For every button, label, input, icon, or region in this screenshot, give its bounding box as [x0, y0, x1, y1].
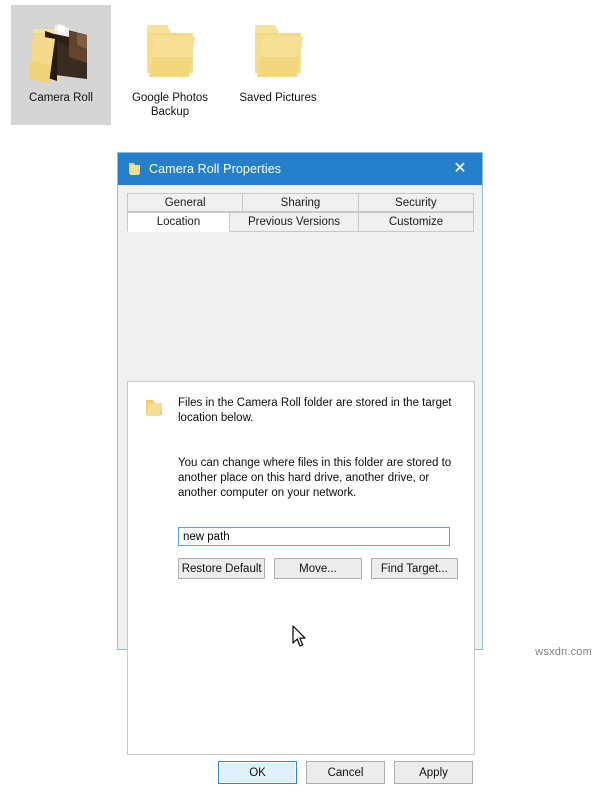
location-path-input[interactable]: new path: [178, 527, 450, 546]
folder-icon: [228, 11, 328, 85]
location-action-buttons: Restore Default Move... Find Target...: [178, 558, 458, 579]
apply-button[interactable]: Apply: [394, 761, 473, 784]
button-label: Apply: [419, 766, 448, 779]
desktop-icon-label: Google Photos Backup: [131, 92, 209, 118]
restore-default-button[interactable]: Restore Default: [178, 558, 266, 579]
folder-icon: [120, 11, 220, 85]
watermark: wsxdn.com: [535, 646, 592, 658]
tab-label: Security: [395, 196, 437, 209]
button-label: Find Target...: [380, 562, 448, 575]
ok-button[interactable]: OK: [218, 761, 297, 784]
tab-row-top: General Sharing Security: [127, 193, 474, 212]
desktop-area: Camera Roll Google Photos Backup Saved P…: [0, 0, 600, 150]
tab-label: Previous Versions: [247, 216, 341, 228]
button-label: Restore Default: [181, 562, 262, 575]
desktop-icon-saved-pictures[interactable]: Saved Pictures: [228, 5, 328, 105]
dialog-titlebar[interactable]: Camera Roll Properties ✕: [118, 153, 482, 185]
tab-security[interactable]: Security: [357, 193, 474, 212]
tab-sharing[interactable]: Sharing: [242, 193, 359, 212]
tab-label: Sharing: [280, 196, 321, 209]
properties-dialog: Camera Roll Properties ✕ General Sharing…: [117, 152, 483, 784]
find-target-button[interactable]: Find Target...: [370, 558, 458, 579]
tab-label: Customize: [388, 216, 444, 228]
tab-content-panel: Files in the Camera Roll folder are stor…: [127, 381, 475, 755]
folder-icon: [128, 162, 141, 176]
location-info-row: Files in the Camera Roll folder are stor…: [144, 396, 458, 426]
move-button[interactable]: Move...: [274, 558, 362, 579]
tab-previous-versions[interactable]: Previous Versions: [229, 212, 359, 232]
desktop-icon-label: Camera Roll: [29, 92, 93, 104]
location-change-description: You can change where files in this folde…: [178, 457, 452, 499]
tab-strip: General Sharing Security Location Previo…: [127, 193, 474, 232]
button-label: OK: [249, 766, 266, 779]
tab-general[interactable]: General: [127, 193, 244, 212]
folder-icon: [144, 398, 166, 423]
dialog-footer: OK Cancel Apply: [118, 761, 482, 805]
tab-label: Location: [156, 216, 201, 228]
open-folder-with-photo-icon: [11, 11, 111, 85]
location-description: Files in the Camera Roll folder are stor…: [178, 397, 452, 424]
button-label: Cancel: [327, 766, 364, 779]
desktop-icon-google-photos-backup[interactable]: Google Photos Backup: [120, 5, 220, 119]
location-path-value: new path: [183, 530, 230, 543]
cancel-button[interactable]: Cancel: [306, 761, 385, 784]
dialog-title: Camera Roll Properties: [149, 162, 282, 176]
tab-row-bottom: Location Previous Versions Customize: [127, 212, 474, 232]
tab-customize[interactable]: Customize: [358, 212, 474, 232]
desktop-icon-label: Saved Pictures: [239, 92, 317, 104]
tab-label: General: [164, 196, 206, 209]
desktop-icon-camera-roll[interactable]: Camera Roll: [11, 5, 111, 125]
tab-location[interactable]: Location: [127, 212, 230, 232]
button-label: Move...: [299, 562, 337, 575]
close-icon[interactable]: ✕: [438, 153, 482, 185]
